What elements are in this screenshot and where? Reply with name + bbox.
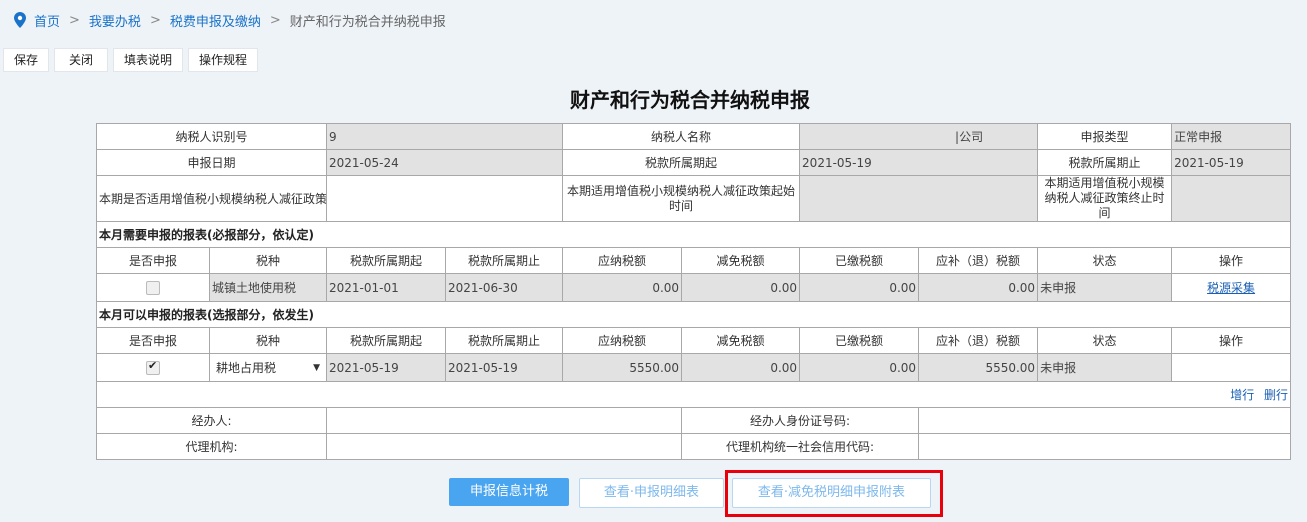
section-required-title: 本月需要申报的报表(必报部分，依认定) — [95, 221, 1292, 248]
dropdown-arrow-icon: ▼ — [313, 362, 321, 373]
taxpayer-name-value: |公司 — [799, 123, 1039, 150]
due-cell: 0.00 — [918, 273, 1039, 302]
handler-id-label: 经办人身份证号码: — [681, 407, 920, 434]
agency-code-field[interactable] — [918, 433, 1292, 460]
reduced-cell: 0.00 — [681, 353, 801, 382]
due-cell: 5550.00 — [918, 353, 1039, 382]
col-header: 已缴税额 — [799, 247, 920, 274]
start-cell: 2021-05-19 — [326, 353, 447, 382]
agency-label: 代理机构: — [95, 433, 328, 460]
procedure-button[interactable]: 操作规程 — [188, 48, 259, 72]
taxpayer-name-label: 纳税人名称 — [562, 123, 801, 150]
col-header: 操作 — [1171, 327, 1292, 354]
col-header: 税款所属期起 — [326, 327, 447, 354]
period-end-value: 2021-05-19 — [1171, 149, 1292, 176]
col-header: 状态 — [1037, 247, 1173, 274]
view-detail-button[interactable]: 查看·申报明细表 — [579, 478, 724, 508]
col-header: 状态 — [1037, 327, 1173, 354]
page-title: 财产和行为税合并纳税申报 — [570, 88, 810, 112]
status-cell: 未申报 — [1037, 273, 1173, 302]
col-header: 税种 — [208, 327, 328, 354]
breadcrumb-home[interactable]: 首页 — [34, 11, 60, 30]
col-header: 是否申报 — [96, 327, 210, 354]
tax-type-select-cell: 耕地占用税 ▼ — [208, 353, 328, 382]
paid-cell: 0.00 — [799, 273, 920, 302]
col-header: 应纳税额 — [562, 247, 683, 274]
highlight-box — [725, 470, 943, 517]
declaration-form: 纳税人识别号 9 纳税人名称 |公司 申报类型 正常申报 申报日期 2021-0… — [95, 123, 1292, 460]
fill-guide-button[interactable]: 填表说明 — [113, 48, 184, 72]
delete-row-link[interactable]: 删行 — [1264, 388, 1288, 402]
col-header: 应补（退）税额 — [918, 247, 1039, 274]
col-header: 应纳税额 — [562, 327, 683, 354]
col-header: 税款所属期止 — [445, 247, 564, 274]
status-cell: 未申报 — [1037, 353, 1173, 382]
breadcrumb-separator: > — [149, 12, 161, 28]
end-cell: 2021-05-19 — [445, 353, 564, 382]
handler-id-field[interactable] — [918, 407, 1292, 434]
period-end-label: 税款所属期止 — [1037, 149, 1173, 176]
reduced-cell: 0.00 — [681, 273, 801, 302]
col-header: 减免税额 — [681, 247, 801, 274]
taxpayer-id-value: 9 — [326, 123, 564, 150]
add-row-link[interactable]: 增行 — [1230, 388, 1254, 402]
location-pin-icon — [14, 12, 26, 28]
declare-checkbox[interactable] — [146, 359, 160, 375]
agency-field[interactable] — [326, 433, 683, 460]
breadcrumb: 首页 > 我要办税 > 税费申报及缴纳 > 财产和行为税合并纳税申报 — [14, 10, 446, 30]
save-button[interactable]: 保存 — [3, 48, 50, 72]
breadcrumb-current: 财产和行为税合并纳税申报 — [289, 14, 446, 30]
payable-cell: 0.00 — [562, 273, 683, 302]
breadcrumb-separator: > — [269, 12, 281, 28]
table-row: 耕地占用税 ▼ 2021-05-19 2021-05-19 5550.00 0.0… — [96, 353, 1292, 382]
policy-start-value — [799, 175, 1039, 222]
period-start-value: 2021-05-19 — [799, 149, 1039, 176]
table-row: 城镇土地使用税 2021-01-01 2021-06-30 0.00 0.00 … — [96, 273, 1292, 302]
breadcrumb-my-tax[interactable]: 我要办税 — [89, 11, 141, 30]
tax-type-selected: 耕地占用税 — [216, 361, 277, 375]
decl-date-value: 2021-05-24 — [326, 149, 564, 176]
col-header: 税款所属期止 — [445, 327, 564, 354]
taxpayer-id-label: 纳税人识别号 — [95, 123, 328, 150]
col-header: 已缴税额 — [799, 327, 920, 354]
breadcrumb-tax-filing[interactable]: 税费申报及缴纳 — [170, 11, 261, 30]
breadcrumb-separator: > — [69, 12, 80, 28]
period-start-label: 税款所属期起 — [562, 149, 801, 176]
policy-spacer — [326, 175, 564, 222]
declare-checkbox-cell — [96, 273, 210, 302]
decl-type-value: 正常申报 — [1171, 123, 1292, 150]
col-header: 税款所属期起 — [326, 247, 447, 274]
tax-type-cell: 城镇土地使用税 — [208, 273, 328, 302]
tax-source-collect-link[interactable]: 税源采集 — [1207, 281, 1255, 295]
close-button[interactable]: 关闭 — [54, 48, 109, 72]
action-cell — [1171, 353, 1292, 382]
policy-start-label: 本期适用增值税小规模纳税人减征政策起始时间 — [562, 175, 801, 222]
calc-tax-button[interactable]: 申报信息计税 — [449, 478, 569, 506]
end-cell: 2021-06-30 — [445, 273, 564, 302]
toolbar: 保存 关闭 填表说明 操作规程 — [3, 48, 263, 72]
decl-type-label: 申报类型 — [1037, 123, 1173, 150]
policy-end-label: 本期适用增值税小规模纳税人减征政策终止时间 — [1037, 175, 1173, 222]
col-header: 减免税额 — [681, 327, 801, 354]
policy-cell: 本期是否适用增值税小规模纳税人减征政策是否 — [95, 175, 328, 222]
payable-cell: 5550.00 — [562, 353, 683, 382]
col-header: 操作 — [1171, 247, 1292, 274]
row-actions-cell: 增行 删行 — [95, 381, 1292, 408]
agency-code-label: 代理机构统一社会信用代码: — [681, 433, 920, 460]
section-optional-title: 本月可以申报的报表(选报部分，依发生) — [95, 301, 1292, 328]
action-cell: 税源采集 — [1171, 273, 1292, 302]
declare-checkbox-cell — [96, 353, 210, 382]
col-header: 税种 — [208, 247, 328, 274]
declare-checkbox[interactable] — [146, 280, 160, 295]
col-header: 应补（退）税额 — [918, 327, 1039, 354]
policy-end-value — [1171, 175, 1292, 222]
handler-label: 经办人: — [95, 407, 328, 434]
decl-date-label: 申报日期 — [95, 149, 328, 176]
handler-field[interactable] — [326, 407, 683, 434]
policy-label: 本期是否适用增值税小规模纳税人减征政策 — [99, 192, 327, 206]
paid-cell: 0.00 — [799, 353, 920, 382]
tax-type-select[interactable]: 耕地占用税 ▼ — [212, 359, 325, 376]
start-cell: 2021-01-01 — [326, 273, 447, 302]
col-header: 是否申报 — [96, 247, 210, 274]
